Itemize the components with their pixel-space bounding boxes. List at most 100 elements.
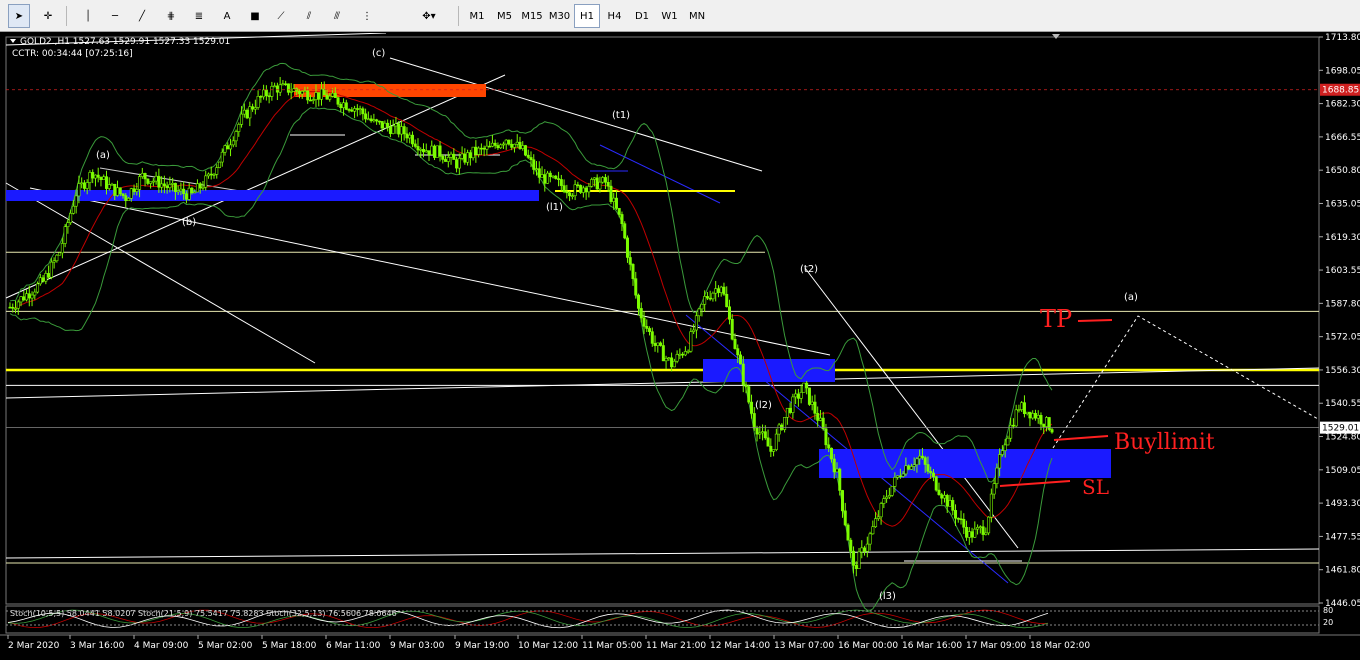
price-axis-label: 1572.05: [1325, 333, 1360, 343]
timeframe-h1-button[interactable]: H1: [574, 4, 600, 28]
chart-toolbar: ➤ ✛ │ ─ ╱ ⋕ ≣ A ■ ⟋ ⫽ ⫻ ⋮ ✥▾ M1 M5 M15 M30 H1 H4 D1 W1 MN: [0, 0, 1360, 32]
time-axis-label: 11 Mar 21:00: [646, 641, 706, 651]
timeframe-m5-button[interactable]: M5: [492, 4, 518, 28]
zone-rectangle[interactable]: [703, 359, 835, 382]
price-axis-label: 1587.80: [1325, 299, 1360, 309]
timeframe-m30-button[interactable]: M30: [547, 4, 573, 28]
zone-rectangle[interactable]: [6, 190, 539, 201]
time-axis-label: 17 Mar 09:00: [966, 641, 1026, 651]
price-axis-label: 1713.80: [1325, 33, 1360, 43]
price-axis-label: 1650.80: [1325, 166, 1360, 176]
timeframe-w1-button[interactable]: W1: [657, 4, 683, 28]
vertical-line-icon[interactable]: │: [77, 4, 99, 28]
candle: [802, 382, 806, 393]
candle: [987, 516, 991, 536]
price-axis-label: 1603.55: [1325, 266, 1360, 276]
toolbar-separator: [66, 6, 67, 26]
price-axis-label: 1556.30: [1325, 366, 1360, 376]
price-axis-label: 1635.05: [1325, 199, 1360, 209]
time-axis-label: 10 Mar 12:00: [518, 641, 578, 651]
time-axis-label: 13 Mar 07:00: [774, 641, 834, 651]
candle: [58, 252, 62, 256]
candle: [1047, 416, 1051, 432]
horizontal-line-icon[interactable]: ─: [104, 4, 126, 28]
wave-label: (a): [96, 150, 110, 161]
time-axis-label: 11 Mar 05:00: [582, 641, 642, 651]
buy-limit-annotation: Buyllimit: [1114, 430, 1215, 455]
sl-annotation: SL: [1082, 475, 1109, 499]
time-axis-label: 9 Mar 19:00: [455, 641, 510, 651]
time-axis-label: 4 Mar 09:00: [134, 641, 189, 651]
timeframe-d1-button[interactable]: D1: [629, 4, 655, 28]
timeframe-m15-button[interactable]: M15: [519, 4, 545, 28]
candle: [747, 384, 751, 405]
candle: [846, 523, 850, 541]
time-axis-label: 5 Mar 18:00: [262, 641, 317, 651]
crosshair-icon[interactable]: ✛: [37, 4, 59, 28]
equidistant-channel-icon[interactable]: ⋕: [160, 4, 182, 28]
time-axis-label: 9 Mar 03:00: [390, 641, 445, 651]
trendline-icon[interactable]: ╱: [131, 4, 153, 28]
marker-price-label: 1688.85: [1322, 86, 1359, 96]
fibonacci-extension-icon[interactable]: ⋮: [356, 4, 378, 28]
candle: [245, 108, 249, 120]
candle: [934, 475, 938, 492]
time-axis-label: 12 Mar 14:00: [710, 641, 770, 651]
time-axis-label: 5 Mar 02:00: [198, 641, 253, 651]
wave-label: (l1): [546, 202, 563, 213]
oscillator-level-20: 20: [1323, 618, 1333, 627]
time-axis-label: 2 Mar 2020: [8, 641, 60, 651]
price-axis-label: 1493.30: [1325, 499, 1360, 509]
price-axis-label: 1524.80: [1325, 433, 1360, 443]
symbol-header: GOLD2.,H1 1527.63 1529.91 1527.33 1529.0…: [20, 37, 230, 47]
cursor-icon[interactable]: ➤: [8, 4, 30, 28]
time-axis-label: 6 Mar 11:00: [326, 641, 381, 651]
wave-label: (b): [182, 217, 196, 228]
price-axis-label: 1477.55: [1325, 532, 1360, 542]
wave-label: (t1): [612, 110, 630, 121]
candle: [435, 145, 439, 158]
price-axis-label: 1540.55: [1325, 399, 1360, 409]
price-axis-label: 1666.55: [1325, 133, 1360, 143]
shapes-menu-icon[interactable]: ✥▾: [414, 4, 444, 28]
text-icon[interactable]: A: [216, 4, 238, 28]
wave-label: (l2): [755, 400, 772, 411]
candle: [433, 144, 437, 161]
timeframe-mn-button[interactable]: MN: [684, 4, 710, 28]
candle: [623, 221, 627, 240]
timeframe-h4-button[interactable]: H4: [602, 4, 628, 28]
price-axis-label: 1619.30: [1325, 233, 1360, 243]
tp-annotation: TP: [1040, 305, 1072, 333]
oscillator-label: Stoch(10,5,5) 58.0441 58.0207 Stoch(21,5…: [10, 609, 397, 618]
price-axis-label: 1509.05: [1325, 466, 1360, 476]
candle: [63, 223, 67, 248]
price-axis-label: 1461.80: [1325, 566, 1360, 576]
text-label-icon[interactable]: ■: [244, 4, 266, 28]
candle: [218, 161, 222, 169]
timer-header: CCTR: 00:34:44 [07:25:16]: [12, 49, 133, 59]
candle: [807, 387, 811, 406]
candle: [546, 170, 550, 184]
price-axis-label: 1682.30: [1325, 100, 1360, 110]
price-chart[interactable]: (a) (b) (c) (t1) (l1) (t2) (l2) (l3) (a) 1713.80…: [0, 33, 1360, 660]
candle: [890, 486, 894, 497]
toolbar-separator: [458, 6, 459, 26]
candle: [523, 144, 527, 157]
wave-label: (l3): [879, 591, 896, 602]
time-axis-label: 18 Mar 02:00: [1030, 641, 1090, 651]
time-axis-label: 16 Mar 00:00: [838, 641, 898, 651]
andrews-pitchfork-icon[interactable]: ⟋: [270, 4, 292, 28]
fibonacci-arcs-icon[interactable]: ⫻: [326, 4, 348, 28]
fibonacci-fan-icon[interactable]: ⫽: [298, 4, 320, 28]
fibonacci-retracement-icon[interactable]: ≣: [188, 4, 210, 28]
price-axis-label: 1698.05: [1325, 66, 1360, 76]
wave-label: (c): [372, 48, 385, 59]
candle: [579, 184, 583, 195]
time-axis-label: 16 Mar 16:00: [902, 641, 962, 651]
oscillator-level-80: 80: [1323, 606, 1333, 615]
wave-label: (t2): [800, 264, 818, 275]
candle: [689, 327, 693, 353]
zone-rectangle[interactable]: [819, 449, 1111, 478]
timeframe-m1-button[interactable]: M1: [464, 4, 490, 28]
time-axis-label: 3 Mar 16:00: [70, 641, 125, 651]
